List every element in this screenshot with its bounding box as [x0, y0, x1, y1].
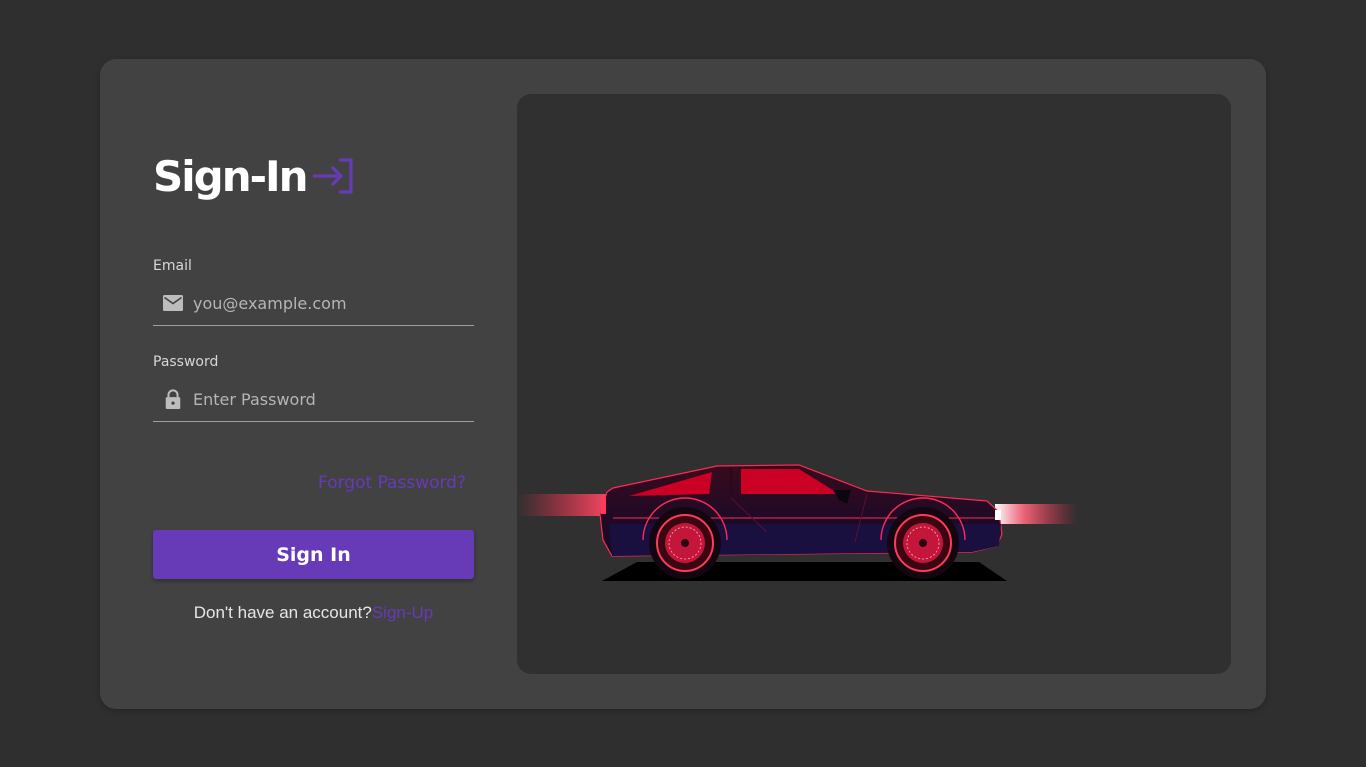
email-label: Email — [153, 258, 192, 274]
lock-icon — [163, 389, 183, 409]
sign-up-link[interactable]: Sign-Up — [372, 603, 433, 622]
signin-form: Sign-In Email you@example.com Password F… — [153, 59, 474, 709]
signin-card: Sign-In Email you@example.com Password F… — [100, 59, 1266, 709]
email-field-group: Email — [153, 257, 474, 326]
title-row: Sign-In — [153, 151, 355, 201]
password-field-group: Password — [153, 353, 474, 422]
mail-icon — [163, 293, 183, 313]
sports-car-illustration — [517, 464, 1077, 581]
password-input[interactable] — [193, 381, 463, 417]
no-account-text: Don't have an account? — [193, 603, 372, 622]
email-input[interactable] — [193, 285, 463, 321]
password-input-wrapper[interactable] — [153, 377, 474, 422]
hero-panel — [517, 94, 1231, 674]
page-title: Sign-In — [153, 151, 309, 201]
password-label: Password — [153, 354, 219, 370]
forgot-password-link[interactable]: Forgot Password? — [318, 473, 466, 493]
sign-in-button[interactable]: Sign In — [153, 530, 474, 579]
signup-prompt: Don't have an account?Sign-Up — [153, 603, 474, 623]
email-input-wrapper[interactable] — [153, 281, 474, 326]
login-arrow-icon — [311, 156, 355, 196]
